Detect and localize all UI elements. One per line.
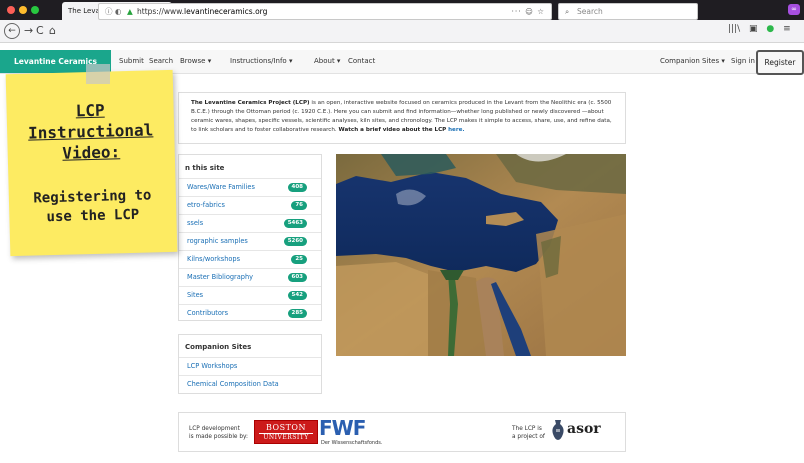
menu-icon[interactable]: ≡	[783, 24, 791, 34]
boston-university-logo[interactable]: BOSTON UNIVERSITY	[254, 420, 318, 444]
close-window-icon[interactable]	[7, 6, 15, 14]
nav-about[interactable]: About ▾	[314, 57, 340, 65]
on-this-site-panel: n this site Wares/Ware Families 408 etro-…	[178, 154, 322, 321]
maximize-window-icon[interactable]	[31, 6, 39, 14]
list-item[interactable]: rographic samples 5260	[179, 232, 321, 250]
asor-vase-icon	[552, 420, 564, 440]
project-note: The LCP is a project of	[512, 426, 545, 440]
back-arrow-icon[interactable]: ←	[4, 23, 20, 39]
minimize-window-icon[interactable]	[19, 6, 27, 14]
list-item[interactable]: Wares/Ware Families 408	[179, 178, 321, 196]
asor-logo[interactable]: asor	[567, 421, 601, 437]
browser-toolbar: ← → C ⌂	[0, 20, 804, 43]
extension-icon[interactable]: ∞	[788, 4, 800, 15]
address-bar[interactable]: ⓘ ◐ ▲ https://www.levantineceramics.org …	[98, 3, 552, 20]
list-item[interactable]: Kilns/workshops 25	[179, 250, 321, 268]
sync-icon[interactable]: ●	[766, 24, 774, 34]
nav-search[interactable]: Search	[149, 57, 173, 65]
nav-sign-in[interactable]: Sign in	[731, 57, 755, 65]
fwf-subtitle: Der Wissenschaftsfonds.	[321, 440, 383, 446]
count-badge: 408	[287, 183, 307, 192]
fwf-logo[interactable]: FWF	[319, 416, 366, 440]
development-note: LCP development is made possible by:	[189, 426, 248, 440]
nav-contact[interactable]: Contact	[348, 57, 375, 65]
reload-icon[interactable]: C	[36, 24, 44, 38]
list-item[interactable]: Sites 542	[179, 286, 321, 304]
nav-browse[interactable]: Browse ▾	[180, 57, 211, 65]
url-text: https://www.levantineceramics.org	[137, 7, 268, 16]
sticky-note: LCP Instructional Video: Registering to …	[5, 69, 178, 257]
count-badge: 76	[291, 201, 307, 210]
library-icon[interactable]: |||\	[728, 24, 740, 34]
count-badge: 542	[287, 291, 307, 300]
panel-heading: n this site	[185, 164, 225, 172]
lock-icon: ▲	[127, 7, 133, 16]
count-badge: 5260	[283, 237, 307, 246]
list-item[interactable]: Contributors 285	[179, 304, 321, 322]
list-item[interactable]: ssels 5463	[179, 214, 321, 232]
home-icon[interactable]: ⌂	[49, 24, 56, 38]
count-badge: 5463	[283, 219, 307, 228]
nav-submit[interactable]: Submit	[119, 57, 144, 65]
sticky-body: Registering to use the LCP	[33, 187, 152, 226]
info-shield-icon[interactable]: ⓘ ◐	[105, 4, 121, 19]
search-bar[interactable]: ⌕ Search	[558, 3, 698, 20]
tape-decoration	[86, 64, 110, 84]
search-placeholder: Search	[577, 7, 603, 16]
toolbar-icons: |||\ ▣ ● ≡	[728, 24, 791, 34]
search-icon: ⌕	[565, 7, 570, 16]
list-item[interactable]: Chemical Composition Data	[179, 375, 321, 393]
intro-text: The Levantine Ceramics Project (LCP) is …	[178, 92, 626, 144]
count-badge: 285	[287, 309, 307, 318]
companion-sites-panel: Companion Sites LCP Workshops Chemical C…	[178, 334, 322, 394]
list-item[interactable]: Master Bibliography 603	[179, 268, 321, 286]
sidebar-icon[interactable]: ▣	[749, 24, 758, 34]
count-badge: 603	[287, 273, 307, 282]
sticky-title: LCP Instructional Video:	[27, 100, 154, 163]
list-item[interactable]: etro-fabrics 76	[179, 196, 321, 214]
register-button[interactable]: Register	[756, 50, 804, 75]
panel-heading: Companion Sites	[185, 343, 252, 351]
video-link[interactable]: here.	[448, 127, 464, 133]
page-actions-icon[interactable]: ··· ☺ ☆	[512, 4, 545, 19]
nav-instructions[interactable]: Instructions/Info ▾	[230, 57, 292, 65]
list-item[interactable]: LCP Workshops	[179, 357, 321, 375]
sponsor-footer: LCP development is made possible by: BOS…	[178, 412, 626, 452]
nav-companion-sites[interactable]: Companion Sites ▾	[660, 57, 725, 65]
levant-satellite-map	[336, 154, 626, 356]
forward-arrow-icon[interactable]: →	[24, 24, 33, 38]
count-badge: 25	[291, 255, 307, 264]
